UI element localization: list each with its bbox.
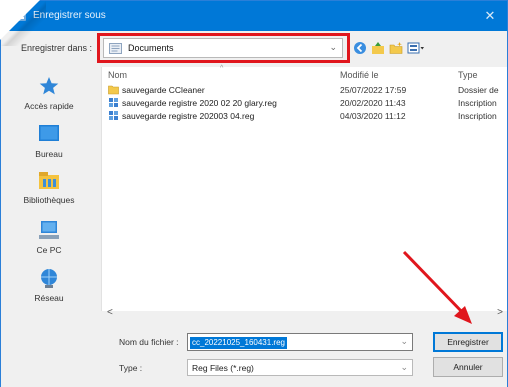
desktop-icon (39, 125, 59, 141)
chevron-down-icon[interactable]: ⌄ (400, 362, 408, 373)
close-icon[interactable]: ✕ (481, 7, 499, 25)
column-header-name[interactable]: Nom (108, 70, 127, 80)
file-name: sauvegarde registre 202003 04.reg (122, 111, 255, 121)
file-name: sauvegarde registre 2020 02 20 glary.reg (122, 98, 277, 108)
file-type-dropdown[interactable]: Reg Files (*.reg) ⌄ (187, 359, 413, 376)
libraries-icon (39, 172, 59, 189)
save-options: Nom du fichier : cc_20221025_160431.reg … (1, 321, 507, 387)
nav-item-this-pc[interactable]: Ce PC (1, 219, 97, 255)
column-header-type[interactable]: Type (458, 70, 478, 80)
scroll-left-icon[interactable]: < (107, 307, 113, 318)
file-modified: 20/02/2020 11:43 (340, 98, 406, 108)
back-icon[interactable] (353, 41, 367, 55)
navigation-pane: Accès rapide Bureau Bibliothèques Ce PC … (1, 67, 97, 311)
computer-icon (39, 221, 59, 239)
folder-icon (108, 85, 119, 95)
file-name: sauvegarde CCleaner (122, 85, 205, 95)
cancel-button[interactable]: Annuler (433, 357, 503, 377)
filename-field[interactable]: cc_20221025_160431.reg ⌄ (187, 333, 413, 351)
file-type-value: Reg Files (*.reg) (192, 363, 254, 373)
nav-item-label: Bureau (35, 149, 63, 159)
nav-item-libraries[interactable]: Bibliothèques (1, 169, 97, 205)
file-type: Inscription (458, 98, 497, 108)
nav-item-label: Réseau (34, 293, 64, 303)
nav-item-desktop[interactable]: Bureau (1, 123, 97, 159)
file-type: Dossier de (458, 85, 499, 95)
type-label: Type : (119, 363, 143, 373)
nav-item-label: Ce PC (36, 245, 62, 255)
chevron-down-icon[interactable]: ⌄ (400, 336, 408, 347)
title-bar: Enregistrer sous ✕ (1, 1, 507, 31)
up-folder-icon[interactable] (371, 41, 385, 55)
star-icon (39, 77, 59, 95)
filename-value[interactable]: cc_20221025_160431.reg (190, 337, 287, 349)
file-row[interactable]: sauvegarde registre 202003 04.reg 04/03/… (102, 110, 508, 122)
save-button[interactable]: Enregistrer (433, 332, 503, 352)
file-type: Inscription (458, 111, 497, 121)
nav-item-label: Accès rapide (24, 101, 74, 111)
nav-item-network[interactable]: Réseau (1, 267, 97, 303)
scroll-right-icon[interactable]: > (497, 307, 503, 318)
nav-item-quick-access[interactable]: Accès rapide (1, 75, 97, 111)
page-curl (0, 0, 40, 40)
sort-up-icon: ^ (220, 65, 224, 72)
network-icon (41, 269, 57, 288)
reg-file-icon (109, 111, 118, 120)
highlight-box (97, 33, 350, 63)
file-row[interactable]: sauvegarde registre 2020 02 20 glary.reg… (102, 97, 508, 109)
column-header-modified[interactable]: Modifié le (340, 70, 379, 80)
file-modified: 04/03/2020 11:12 (340, 111, 406, 121)
toolbar-icons (353, 40, 425, 56)
reg-file-icon (109, 98, 118, 107)
view-menu-icon[interactable] (407, 41, 425, 55)
filename-label: Nom du fichier : (119, 337, 179, 347)
toolbar: Enregistrer dans : Documents ⌄ (1, 31, 507, 65)
new-folder-icon[interactable] (389, 41, 403, 55)
file-modified: 25/07/2022 17:59 (340, 85, 407, 95)
red-arrow-annotation (402, 250, 472, 324)
file-row[interactable]: sauvegarde CCleaner 25/07/2022 17:59 Dos… (102, 84, 508, 96)
nav-item-label: Bibliothèques (23, 195, 75, 205)
